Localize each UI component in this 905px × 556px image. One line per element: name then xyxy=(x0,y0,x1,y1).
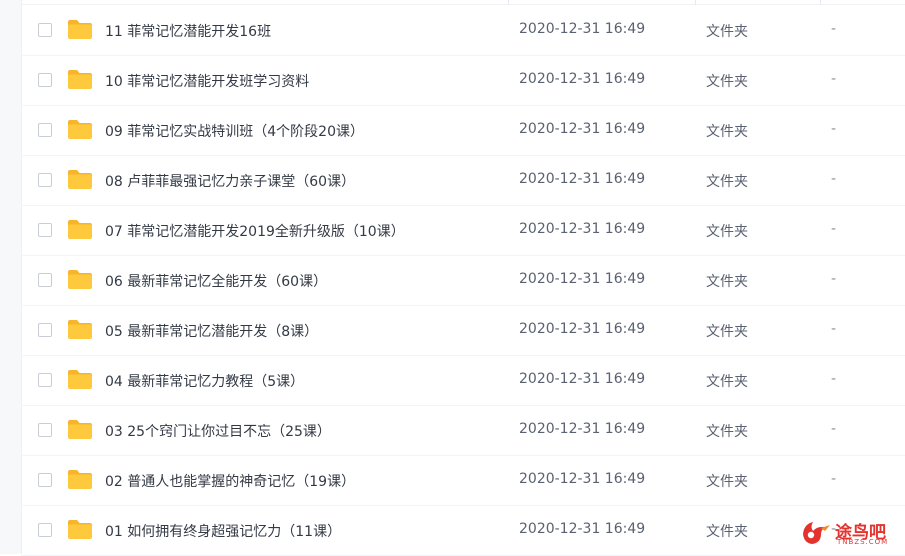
row-checkbox[interactable] xyxy=(38,373,52,387)
folder-icon xyxy=(68,370,92,389)
column-separator[interactable] xyxy=(695,0,696,5)
file-row[interactable]: 04 最新菲常记忆力教程（5课） 2020-12-31 16:49 文件夹 - xyxy=(21,356,905,406)
file-row[interactable]: 11 菲常记忆潜能开发16班 2020-12-31 16:49 文件夹 - xyxy=(21,6,905,56)
file-row[interactable]: 07 菲常记忆潜能开发2019全新升级版（10课） 2020-12-31 16:… xyxy=(21,206,905,256)
file-type: 文件夹 xyxy=(706,374,748,390)
folder-icon xyxy=(68,70,92,89)
file-size: - xyxy=(831,321,837,337)
file-row[interactable]: 09 菲常记忆实战特训班（4个阶段20课） 2020-12-31 16:49 文… xyxy=(21,106,905,156)
file-name[interactable]: 01 如何拥有终身超强记忆力（11课） xyxy=(105,521,341,541)
modified-date: 2020-12-31 16:49 xyxy=(519,221,646,237)
file-type: 文件夹 xyxy=(706,174,748,190)
file-size: - xyxy=(831,421,837,437)
modified-date: 2020-12-31 16:49 xyxy=(519,271,646,287)
file-row[interactable]: 06 最新菲常记忆全能开发（60课） 2020-12-31 16:49 文件夹 … xyxy=(21,256,905,306)
file-size: - xyxy=(831,471,837,487)
file-size: - xyxy=(831,221,837,237)
modified-date: 2020-12-31 16:49 xyxy=(519,521,646,537)
file-size: - xyxy=(831,371,837,387)
file-size: - xyxy=(831,121,837,137)
folder-icon xyxy=(68,220,92,239)
modified-date: 2020-12-31 16:49 xyxy=(519,71,646,87)
file-name[interactable]: 02 普通人也能掌握的神奇记忆（19课） xyxy=(105,471,355,491)
file-name[interactable]: 03 25个窍门让你过目不忘（25课） xyxy=(105,421,331,441)
file-size: - xyxy=(831,71,837,87)
file-type: 文件夹 xyxy=(706,224,748,240)
modified-date: 2020-12-31 16:49 xyxy=(519,21,646,37)
row-checkbox[interactable] xyxy=(38,423,52,437)
folder-icon xyxy=(68,520,92,539)
modified-date: 2020-12-31 16:49 xyxy=(519,321,646,337)
file-row[interactable]: 05 最新菲常记忆潜能开发（8课） 2020-12-31 16:49 文件夹 - xyxy=(21,306,905,356)
folder-icon xyxy=(68,20,92,39)
file-name[interactable]: 04 最新菲常记忆力教程（5课） xyxy=(105,371,304,391)
file-size: - xyxy=(831,271,837,287)
watermark-logo: 途鸟吧 TNBZS.COM xyxy=(799,516,899,550)
folder-icon xyxy=(68,420,92,439)
file-name[interactable]: 11 菲常记忆潜能开发16班 xyxy=(105,21,271,41)
row-checkbox[interactable] xyxy=(38,473,52,487)
file-list: 11 菲常记忆潜能开发16班 2020-12-31 16:49 文件夹 - 10… xyxy=(21,6,905,556)
file-size: - xyxy=(831,171,837,187)
row-checkbox[interactable] xyxy=(38,223,52,237)
modified-date: 2020-12-31 16:49 xyxy=(519,121,646,137)
row-checkbox[interactable] xyxy=(38,73,52,87)
file-type: 文件夹 xyxy=(706,324,748,340)
row-checkbox[interactable] xyxy=(38,123,52,137)
modified-date: 2020-12-31 16:49 xyxy=(519,371,646,387)
column-separator[interactable] xyxy=(820,0,821,5)
file-size: - xyxy=(831,21,837,37)
file-name[interactable]: 07 菲常记忆潜能开发2019全新升级版（10课） xyxy=(105,221,405,241)
file-type: 文件夹 xyxy=(706,24,748,40)
file-type: 文件夹 xyxy=(706,424,748,440)
folder-icon xyxy=(68,320,92,339)
file-type: 文件夹 xyxy=(706,524,748,540)
row-checkbox[interactable] xyxy=(38,173,52,187)
header-divider xyxy=(21,4,905,5)
column-separator[interactable] xyxy=(508,0,509,5)
file-row[interactable]: 02 普通人也能掌握的神奇记忆（19课） 2020-12-31 16:49 文件… xyxy=(21,456,905,506)
file-type: 文件夹 xyxy=(706,274,748,290)
row-checkbox[interactable] xyxy=(38,323,52,337)
row-checkbox[interactable] xyxy=(38,273,52,287)
modified-date: 2020-12-31 16:49 xyxy=(519,171,646,187)
modified-date: 2020-12-31 16:49 xyxy=(519,471,646,487)
folder-icon xyxy=(68,170,92,189)
row-checkbox[interactable] xyxy=(38,523,52,537)
file-name[interactable]: 09 菲常记忆实战特训班（4个阶段20课） xyxy=(105,121,364,141)
file-row[interactable]: 10 菲常记忆潜能开发班学习资料 2020-12-31 16:49 文件夹 - xyxy=(21,56,905,106)
sidebar-edge xyxy=(0,0,22,554)
bird-logo-icon xyxy=(803,522,830,544)
file-row[interactable]: 01 如何拥有终身超强记忆力（11课） 2020-12-31 16:49 文件夹… xyxy=(21,506,905,556)
folder-icon xyxy=(68,120,92,139)
file-type: 文件夹 xyxy=(706,74,748,90)
folder-icon xyxy=(68,270,92,289)
file-name[interactable]: 08 卢菲菲最强记忆力亲子课堂（60课） xyxy=(105,171,355,191)
folder-icon xyxy=(68,470,92,489)
file-name[interactable]: 10 菲常记忆潜能开发班学习资料 xyxy=(105,71,309,91)
row-checkbox[interactable] xyxy=(38,23,52,37)
file-type: 文件夹 xyxy=(706,124,748,140)
file-row[interactable]: 03 25个窍门让你过目不忘（25课） 2020-12-31 16:49 文件夹… xyxy=(21,406,905,456)
file-type: 文件夹 xyxy=(706,474,748,490)
file-name[interactable]: 05 最新菲常记忆潜能开发（8课） xyxy=(105,321,318,341)
watermark-subtext: TNBZS.COM xyxy=(837,538,889,546)
file-row[interactable]: 08 卢菲菲最强记忆力亲子课堂（60课） 2020-12-31 16:49 文件… xyxy=(21,156,905,206)
modified-date: 2020-12-31 16:49 xyxy=(519,421,646,437)
file-name[interactable]: 06 最新菲常记忆全能开发（60课） xyxy=(105,271,327,291)
